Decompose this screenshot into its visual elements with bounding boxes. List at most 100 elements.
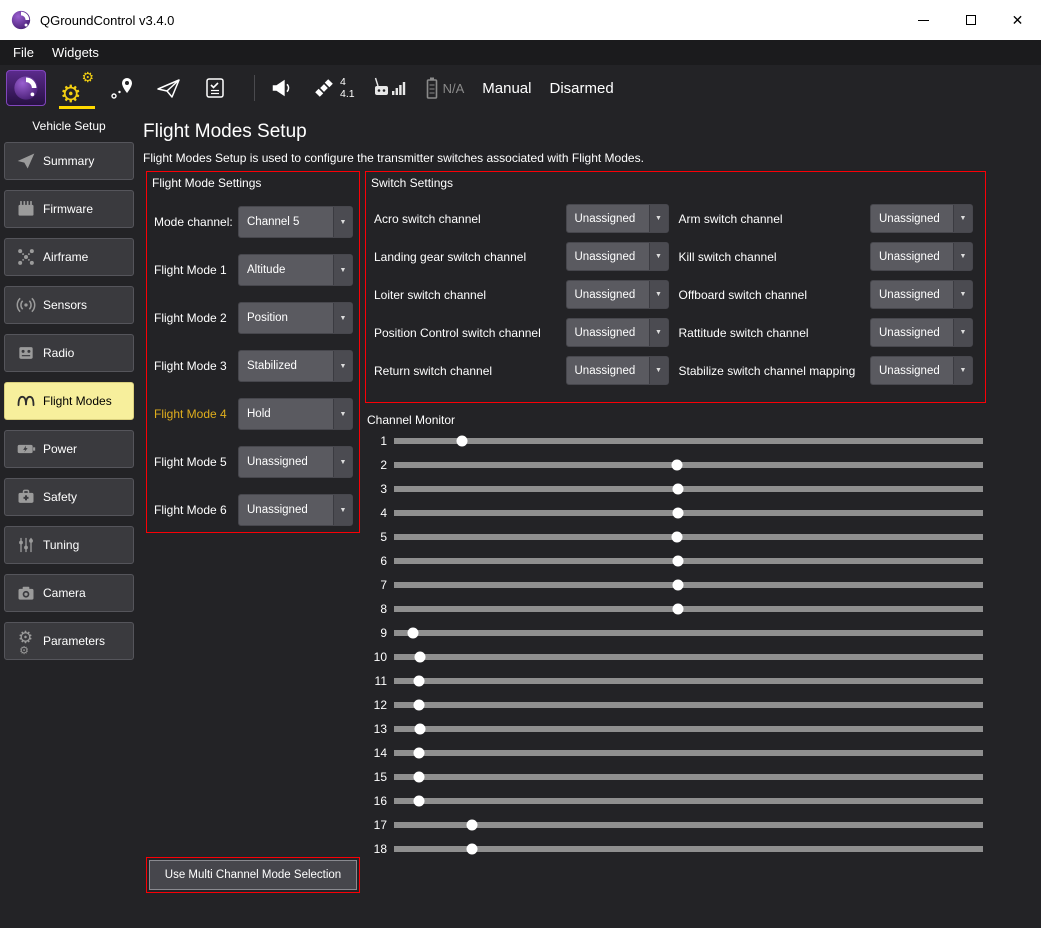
close-button[interactable]: ✕ (994, 0, 1041, 40)
switch-channel-dropdown[interactable]: Unassigned▼ (870, 242, 973, 271)
chevron-down-icon: ▼ (953, 281, 972, 308)
switch-channel-dropdown[interactable]: Unassigned▼ (870, 204, 973, 233)
armed-indicator[interactable]: Disarmed (549, 80, 613, 97)
channel-value-bar (394, 630, 983, 636)
flight-mode-dropdown[interactable]: Hold▼ (238, 398, 353, 430)
channel-value-bar (394, 654, 983, 660)
channel-value-bar (394, 702, 983, 708)
flight-mode-dropdown[interactable]: Altitude▼ (238, 254, 353, 286)
minimize-button[interactable] (900, 0, 947, 40)
switch-channel-dropdown[interactable]: Unassigned▼ (566, 356, 669, 385)
radio-icon (12, 341, 39, 365)
qgc-logo-icon (12, 74, 40, 102)
channel-monitor-row: 5 (365, 525, 986, 549)
menu-widgets[interactable]: Widgets (43, 45, 108, 60)
qgc-settings-button[interactable] (6, 70, 46, 106)
vehicle-setup-view-button[interactable]: ⚙ ⚙ (54, 66, 100, 110)
battery-icon (425, 76, 439, 100)
flight-mode-dropdown[interactable]: Unassigned▼ (238, 494, 353, 526)
checklist-button[interactable] (192, 66, 238, 110)
flight-mode-dropdown[interactable]: Unassigned▼ (238, 446, 353, 478)
dropdown-value: Position (239, 303, 333, 333)
channel-value-bar (394, 678, 983, 684)
sidebar-item-power[interactable]: Power (4, 430, 134, 468)
rc-signal-icon (373, 76, 407, 100)
audio-indicator[interactable] (269, 77, 293, 99)
dropdown-value: Unassigned (871, 205, 953, 232)
channel-value-bar (394, 582, 983, 588)
switch-channel-dropdown[interactable]: Unassigned▼ (566, 280, 669, 309)
titlebar: QGroundControl v3.4.0 ✕ (0, 0, 1041, 40)
switch-channel-dropdown[interactable]: Unassigned▼ (566, 204, 669, 233)
rc-rssi-indicator[interactable] (373, 76, 407, 100)
sidebar-item-flight-modes[interactable]: Flight Modes (4, 382, 134, 420)
chevron-down-icon: ▼ (953, 319, 972, 346)
channel-number: 6 (365, 554, 387, 568)
sidebar-item-tuning[interactable]: Tuning (4, 526, 134, 564)
flight-mode-label: Mode channel: (154, 215, 233, 229)
dropdown-value: Unassigned (871, 281, 953, 308)
channel-value-dot (413, 796, 424, 807)
channel-value-dot (414, 700, 425, 711)
channel-value-bar (394, 438, 983, 444)
gears-icon: ⚙ ⚙ (60, 71, 94, 105)
channel-value-bar (394, 462, 983, 468)
flight-mode-row: Flight Mode 3Stabilized▼ (154, 350, 353, 382)
channel-value-dot (414, 724, 425, 735)
switch-channel-label: Stabilize switch channel mapping (679, 364, 861, 378)
switch-channel-dropdown[interactable]: Unassigned▼ (870, 318, 973, 347)
channel-monitor-row: 4 (365, 501, 986, 525)
channel-number: 17 (365, 818, 387, 832)
chevron-down-icon: ▼ (649, 281, 668, 308)
flight-mode-rows: Mode channel: Channel 5▼ Flight Mode 1 Alti… (147, 206, 359, 526)
sidebar-item-radio[interactable]: Radio (4, 334, 134, 372)
sidebar-item-parameters[interactable]: ⚙⚙ Parameters (4, 622, 134, 660)
sidebar-item-firmware[interactable]: Firmware (4, 190, 134, 228)
chevron-down-icon: ▼ (953, 205, 972, 232)
sidebar-item-sensors[interactable]: Sensors (4, 286, 134, 324)
switch-channel-dropdown[interactable]: Unassigned▼ (870, 280, 973, 309)
flight-mode-dropdown[interactable]: Position▼ (238, 302, 353, 334)
dropdown-value: Unassigned (239, 495, 333, 525)
gps-values: 4 4.1 (340, 76, 355, 100)
main-content: Flight Modes Setup Flight Modes Setup is… (138, 111, 1041, 928)
channel-monitor-row: 9 (365, 621, 986, 645)
battery-indicator[interactable]: N/A (425, 76, 465, 100)
channel-number: 18 (365, 842, 387, 856)
channel-number: 7 (365, 578, 387, 592)
chevron-down-icon: ▼ (953, 243, 972, 270)
multi-channel-button-wrap: Use Multi Channel Mode Selection (146, 857, 360, 893)
gps-indicator[interactable]: 4 4.1 (311, 75, 355, 101)
chevron-down-icon: ▼ (333, 495, 352, 525)
flight-mode-row: Flight Mode 1 Altitude▼ (154, 254, 353, 286)
fly-view-button[interactable] (146, 66, 192, 110)
use-multi-channel-mode-button[interactable]: Use Multi Channel Mode Selection (149, 860, 357, 890)
sidebar-item-safety[interactable]: Safety (4, 478, 134, 516)
channel-value-dot (672, 556, 683, 567)
flight-mode-label: Flight Mode 6 (154, 503, 227, 517)
maximize-button[interactable] (947, 0, 994, 40)
sidebar-item-summary[interactable]: Summary (4, 142, 134, 180)
sidebar-item-airframe[interactable]: Airframe (4, 238, 134, 276)
flight-mode-row: Flight Mode 2Position▼ (154, 302, 353, 334)
switch-channel-dropdown[interactable]: Unassigned▼ (566, 318, 669, 347)
plan-view-button[interactable] (100, 66, 146, 110)
flight-modes-icon (12, 389, 39, 413)
gps-hdop: 4.1 (340, 88, 355, 100)
flight-mode-dropdown[interactable]: Stabilized▼ (238, 350, 353, 382)
sidebar-item-camera[interactable]: Camera (4, 574, 134, 612)
channel-value-bar (394, 510, 983, 516)
flight-mode-row: Flight Mode 4Hold▼ (154, 398, 353, 430)
channel-monitor-row: 17 (365, 813, 986, 837)
flight-mode-dropdown[interactable]: Channel 5▼ (238, 206, 353, 238)
channel-value-bar (394, 750, 983, 756)
channel-value-dot (673, 484, 684, 495)
flight-mode-row: Flight Mode 5Unassigned▼ (154, 446, 353, 478)
flight-mode-row: Mode channel: Channel 5▼ (154, 206, 353, 238)
channel-value-dot (672, 604, 683, 615)
menu-file[interactable]: File (4, 45, 43, 60)
flight-mode-indicator[interactable]: Manual (482, 80, 531, 97)
flight-mode-label: Flight Mode 1 (154, 263, 227, 277)
switch-channel-dropdown[interactable]: Unassigned▼ (566, 242, 669, 271)
switch-channel-dropdown[interactable]: Unassigned▼ (870, 356, 973, 385)
